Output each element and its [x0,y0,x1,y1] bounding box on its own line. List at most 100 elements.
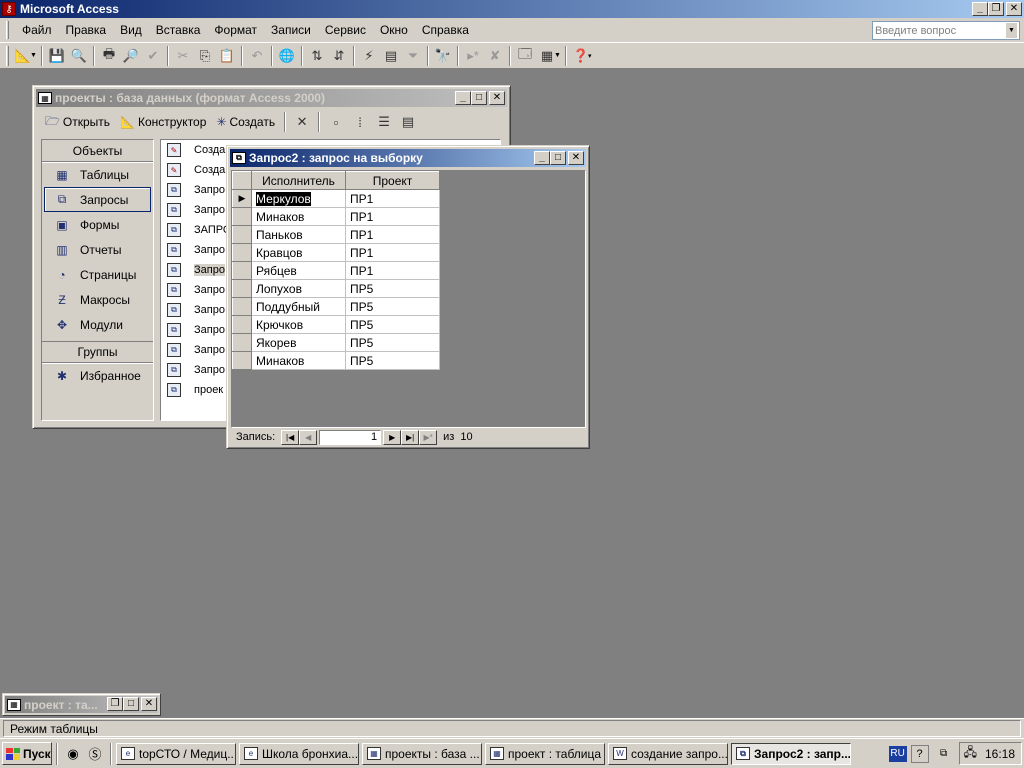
menu-insert[interactable]: Вставка [149,21,208,39]
record-selector[interactable] [232,261,252,280]
print-preview-icon[interactable]: 🔎 [120,45,142,67]
record-selector[interactable] [232,297,252,316]
first-record-button[interactable]: |◀ [281,429,300,445]
group-favorites[interactable]: ✱ Избранное [42,363,153,388]
start-button[interactable]: Пуск [2,742,52,765]
cell-project[interactable]: ПР5 [345,297,440,316]
min-maximize-button[interactable]: □ [123,697,139,711]
object-forms[interactable]: ▣ Формы [42,212,153,237]
objects-header[interactable]: Объекты [42,140,153,162]
object-queries[interactable]: ⧉ Запросы [44,187,151,212]
menu-format[interactable]: Формат [207,21,264,39]
cell-executor[interactable]: Крючков [251,315,346,334]
db-close-button[interactable]: ✕ [489,91,505,105]
large-icons-icon[interactable]: ▫ [325,111,347,133]
column-header-executor[interactable]: Исполнитель [251,171,346,190]
min-close-button[interactable]: ✕ [141,697,157,711]
chevron-down-icon[interactable]: ▼ [554,52,562,59]
cell-project[interactable]: ПР5 [345,333,440,352]
object-macros[interactable]: Ƶ Макросы [42,287,153,312]
table-row[interactable]: Кравцов ПР1 [232,243,440,262]
undo-icon[interactable]: ↶ [246,45,268,67]
min-restore-button[interactable]: ❐ [107,697,123,711]
hyperlink-icon[interactable]: 🌐 [276,45,298,67]
database-window-icon[interactable]: 🗔 [514,45,536,67]
cell-executor[interactable]: Лопухов [251,279,346,298]
next-record-button[interactable]: ▶ [383,429,402,445]
table-row[interactable]: Лопухов ПР5 [232,279,440,298]
help-icon[interactable]: ? [910,744,929,763]
spelling-icon[interactable]: ✔ [142,45,164,67]
table-row[interactable]: Минаков ПР5 [232,351,440,370]
table-row[interactable]: Паньков ПР1 [232,225,440,244]
chevron-down-icon[interactable]: ▼ [1006,23,1017,38]
filter-by-selection-icon[interactable]: ⚡ [358,45,380,67]
window-list-icon[interactable]: ⧉ [933,743,955,765]
delete-record-icon[interactable]: ✘ [484,45,506,67]
db-window-title-bar[interactable]: ▦ проекты : база данных (формат Access 2… [36,89,507,107]
menu-window[interactable]: Окно [373,21,415,39]
copy-icon[interactable]: ⎘ [194,45,216,67]
small-icons-icon[interactable]: ⁞ [349,111,371,133]
chevron-down-icon[interactable]: ▼ [30,52,38,59]
object-reports[interactable]: ▥ Отчеты [42,237,153,262]
list-view-icon[interactable]: ☰ [373,111,395,133]
query-maximize-button[interactable]: □ [550,151,566,165]
column-header-project[interactable]: Проект [345,171,440,190]
cell-executor[interactable]: Поддубный [251,297,346,316]
sort-ascending-icon[interactable]: ⇅ [306,45,328,67]
db-minimize-button[interactable]: _ [455,91,471,105]
sort-descending-icon[interactable]: ⇵ [328,45,350,67]
cell-project[interactable]: ПР1 [345,261,440,280]
menu-file[interactable]: Файл [15,21,59,39]
file-search-icon[interactable]: 🔍 [68,45,90,67]
object-modules[interactable]: ✥ Модули [42,312,153,337]
record-selector[interactable] [232,279,252,298]
help-question-input[interactable]: Введите вопрос ▼ [872,21,1020,40]
record-number-input[interactable]: 1 [319,429,382,445]
toolbar-options-icon[interactable]: ▾ [588,52,596,60]
language-indicator[interactable]: RU [888,745,907,762]
query-minimize-button[interactable]: _ [534,151,550,165]
task-button-topcto[interactable]: e topСТО / Медиц... [116,742,236,765]
groups-header[interactable]: Группы [42,341,153,363]
design-button[interactable]: 📐 Конструктор [116,113,210,131]
new-record-button[interactable]: ▶* [419,429,438,445]
cell-executor[interactable]: Якорев [251,333,346,352]
cell-executor[interactable]: Минаков [251,351,346,370]
delete-icon[interactable]: ✕ [291,111,313,133]
save-icon[interactable]: 💾 [46,45,68,67]
cell-executor[interactable]: Рябцев [251,261,346,280]
task-button-projects-db[interactable]: ▦ проекты : база ... [362,742,482,765]
cell-project[interactable]: ПР1 [345,189,440,208]
open-button[interactable]: 🗁 Открыть [41,110,114,135]
minimized-window-title-bar[interactable]: ▦ проект : та... ❐ □ ✕ [5,696,158,713]
record-selector[interactable] [232,225,252,244]
record-selector[interactable] [232,207,252,226]
app-minimize-button[interactable]: _ [972,2,988,16]
menu-tools[interactable]: Сервис [318,21,373,39]
print-icon[interactable]: 🖶 [98,45,120,67]
last-record-button[interactable]: ▶| [401,429,420,445]
task-button-word-doc[interactable]: Wсоздание запро... [608,742,728,765]
task-button-school[interactable]: e Школа бронхиа... [239,742,359,765]
table-row[interactable]: Рябцев ПР1 [232,261,440,280]
table-row[interactable]: Поддубный ПР5 [232,297,440,316]
app-restore-button[interactable]: ❐ [988,2,1004,16]
cell-project[interactable]: ПР5 [345,279,440,298]
skype-icon[interactable]: Ⓢ [84,743,106,765]
current-record-indicator[interactable]: ▶ [232,189,252,208]
table-row[interactable]: Минаков ПР1 [232,207,440,226]
cell-project[interactable]: ПР1 [345,243,440,262]
table-row[interactable]: Крючков ПР5 [232,315,440,334]
new-record-icon[interactable]: ▸* [462,45,484,67]
apply-filter-icon[interactable]: ⏷ [402,45,424,67]
record-selector[interactable] [232,315,252,334]
app-close-button[interactable]: ✕ [1006,2,1022,16]
query-close-button[interactable]: ✕ [568,151,584,165]
cell-project[interactable]: ПР1 [345,225,440,244]
record-selector[interactable] [232,351,252,370]
cell-executor[interactable]: Паньков [251,225,346,244]
cell-project[interactable]: ПР5 [345,315,440,334]
cell-executor[interactable]: Минаков [251,207,346,226]
